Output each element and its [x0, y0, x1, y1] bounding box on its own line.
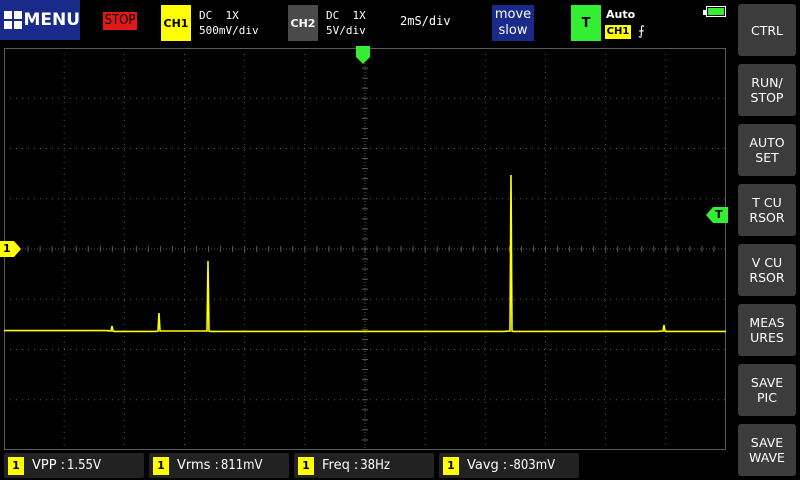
ch2-probe: 1X	[352, 9, 366, 22]
run-stop-button[interactable]: RUN/ STOP	[738, 64, 796, 116]
timebase-readout[interactable]: 2mS/div	[400, 14, 451, 28]
measurement-value: 1.55V	[66, 458, 101, 473]
measurement-name: VPP	[32, 458, 57, 473]
ch2-coupling: DC	[326, 9, 340, 22]
menu-button[interactable]: MENU	[0, 0, 80, 40]
measurement-value: -803mV	[509, 458, 556, 473]
measures-button[interactable]: MEAS URES	[738, 304, 796, 356]
ch1-marker-label: 1	[3, 242, 11, 255]
ch1-offset-marker[interactable]: 1	[0, 241, 21, 257]
t-cursor-button[interactable]: T CU RSOR	[738, 184, 796, 236]
run-state-badge: STOP	[103, 12, 137, 30]
trigger-position-marker-icon[interactable]	[356, 46, 370, 64]
trigger-level-label: T	[715, 208, 723, 221]
trigger-mode: Auto	[606, 8, 636, 21]
measurement-freq[interactable]: 1 Freq : 38Hz	[294, 453, 434, 478]
measurement-channel-badge: 1	[8, 456, 24, 475]
measurement-value: 38Hz	[360, 458, 391, 473]
waveform-display[interactable]	[4, 48, 726, 450]
ch1-settings: DC 1X 500mV/div	[199, 8, 259, 38]
ch2-scale: 5V/div	[326, 24, 366, 37]
measurement-channel-badge: 1	[298, 456, 314, 475]
measurement-name: Vavg	[467, 458, 499, 473]
ch1-coupling: DC	[199, 9, 213, 22]
menu-label: MENU	[23, 10, 80, 30]
measurement-channel-badge: 1	[443, 456, 459, 475]
measurement-name: Freq	[322, 458, 350, 473]
trigger-level-marker[interactable]: T	[706, 207, 728, 223]
measurement-channel-badge: 1	[153, 456, 169, 475]
trigger-button[interactable]: T	[571, 5, 601, 41]
save-pic-button[interactable]: SAVE PIC	[738, 364, 796, 416]
auto-set-button[interactable]: AUTO SET	[738, 124, 796, 176]
move-speed-button[interactable]: move slow	[492, 5, 534, 41]
move-label: move	[494, 7, 532, 22]
battery-icon	[703, 6, 726, 17]
ch2-channel-button[interactable]: CH2	[288, 5, 318, 41]
save-wave-button[interactable]: SAVE WAVE	[738, 424, 796, 476]
ch1-scale: 500mV/div	[199, 24, 259, 37]
measurement-vpp[interactable]: 1 VPP : 1.55V	[4, 453, 144, 478]
move-speed-label: slow	[498, 23, 528, 38]
ch1-probe: 1X	[225, 9, 239, 22]
trigger-source: CH1	[605, 25, 631, 39]
rising-edge-icon: ⨍	[638, 24, 645, 39]
v-cursor-button[interactable]: V CU RSOR	[738, 244, 796, 296]
ch2-settings: DC 1X 5V/div	[326, 8, 366, 38]
measurement-name: Vrms	[177, 458, 211, 473]
measurement-vavg[interactable]: 1 Vavg : -803mV	[439, 453, 579, 478]
grid-menu-icon	[4, 11, 22, 29]
sidebar: CTRL RUN/ STOP AUTO SET T CU RSOR V CU R…	[732, 0, 800, 480]
ch1-channel-button[interactable]: CH1	[161, 5, 191, 41]
ctrl-button[interactable]: CTRL	[738, 4, 796, 56]
measurement-value: 811mV	[220, 458, 263, 473]
top-status-bar: MENU STOP CH1 DC 1X 500mV/div CH2 DC 1X …	[0, 0, 732, 44]
measurement-vrms[interactable]: 1 Vrms : 811mV	[149, 453, 289, 478]
waveform-canvas	[4, 48, 726, 450]
